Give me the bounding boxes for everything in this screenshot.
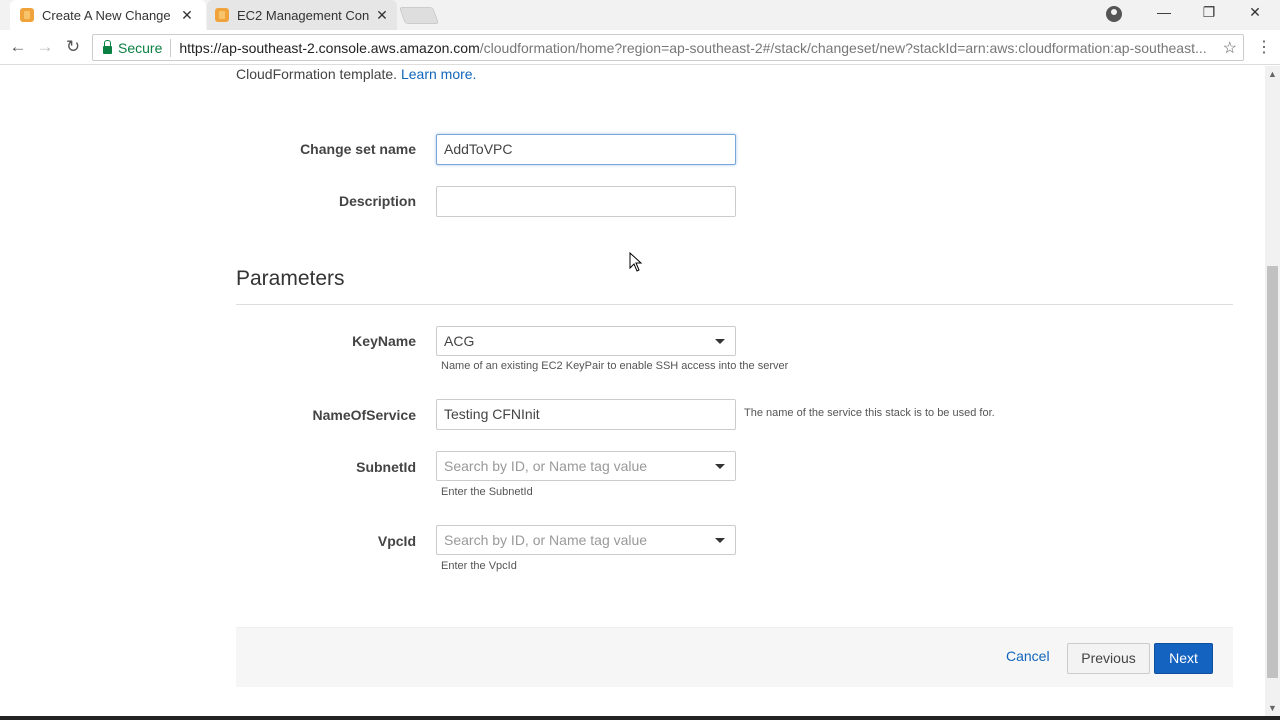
bookmark-star-icon[interactable]: ☆ bbox=[1218, 38, 1237, 58]
name-of-service-input[interactable]: Testing CFNInit bbox=[436, 399, 736, 430]
forward-icon[interactable]: → bbox=[34, 37, 56, 57]
vpc-id-label: VpcId bbox=[377, 533, 416, 549]
divider bbox=[170, 38, 172, 57]
description-input[interactable] bbox=[436, 186, 736, 217]
scroll-thumb[interactable] bbox=[1267, 266, 1278, 678]
lock-icon bbox=[103, 39, 112, 54]
browser-tab-bar: Create A New Change Se ✕ EC2 Management … bbox=[0, 0, 1280, 30]
subnet-id-select[interactable]: Search by ID, or Name tag value bbox=[436, 451, 736, 481]
browser-toolbar: ← → ↻ Secure https://ap-southeast-2.cons… bbox=[0, 30, 1280, 65]
mouse-cursor-icon bbox=[629, 252, 643, 272]
chevron-down-icon bbox=[715, 339, 725, 344]
profile-icon[interactable] bbox=[1106, 6, 1122, 22]
subnet-id-placeholder: Search by ID, or Name tag value bbox=[444, 458, 648, 474]
url-path: /cloudformation/home?region=ap-southeast… bbox=[479, 39, 1207, 56]
keyname-help: Name of an existing EC2 KeyPair to enabl… bbox=[441, 360, 789, 372]
tab-ec2-management[interactable]: EC2 Management Consol ✕ bbox=[207, 0, 397, 30]
close-tab-icon[interactable]: ✕ bbox=[375, 7, 389, 24]
change-set-name-label: Change set name bbox=[300, 141, 416, 157]
address-bar[interactable]: Secure https://ap-southeast-2.console.aw… bbox=[92, 34, 1244, 61]
page-content: CloudFormation template. Learn more. Cha… bbox=[0, 66, 1265, 716]
keyname-label: KeyName bbox=[352, 333, 416, 349]
previous-button[interactable]: Previous bbox=[1067, 643, 1150, 674]
wizard-footer: Cancel Previous Next bbox=[236, 627, 1233, 687]
subnet-id-help: Enter the SubnetId bbox=[441, 486, 533, 498]
minimize-icon[interactable]: — bbox=[1154, 4, 1174, 20]
browser-menu-icon[interactable]: ⋮ bbox=[1256, 37, 1272, 57]
cancel-button[interactable]: Cancel bbox=[1006, 648, 1050, 664]
vpc-id-select[interactable]: Search by ID, or Name tag value bbox=[436, 525, 736, 555]
subnet-id-label: SubnetId bbox=[356, 459, 416, 475]
vpc-id-help: Enter the VpcId bbox=[441, 560, 517, 572]
name-of-service-help: The name of the service this stack is to… bbox=[744, 407, 995, 419]
url-host: https://ap-southeast-2.console.aws.amazo… bbox=[179, 39, 480, 56]
learn-more-link[interactable]: Learn more. bbox=[401, 66, 476, 82]
back-icon[interactable]: ← bbox=[7, 37, 29, 57]
tab-title: Create A New Change Se bbox=[42, 7, 174, 23]
vpc-id-placeholder: Search by ID, or Name tag value bbox=[444, 532, 648, 548]
page-scrollbar[interactable]: ▲ ▼ bbox=[1265, 66, 1280, 716]
change-set-name-input[interactable]: AddToVPC bbox=[436, 134, 736, 165]
description-label: Description bbox=[338, 193, 416, 209]
restore-icon[interactable]: ❐ bbox=[1199, 4, 1219, 21]
keyname-value: ACG bbox=[444, 333, 475, 349]
secure-label: Secure bbox=[118, 39, 163, 56]
new-tab-button[interactable] bbox=[398, 7, 440, 24]
next-button[interactable]: Next bbox=[1154, 643, 1213, 674]
close-window-icon[interactable]: ✕ bbox=[1245, 4, 1265, 21]
tab-title: EC2 Management Consol bbox=[237, 7, 369, 23]
reload-icon[interactable]: ↻ bbox=[62, 37, 84, 57]
close-tab-icon[interactable]: ✕ bbox=[180, 7, 194, 24]
taskbar-edge bbox=[0, 716, 1280, 720]
scroll-down-arrow-icon[interactable]: ▼ bbox=[1268, 703, 1277, 713]
section-divider bbox=[236, 304, 1233, 305]
chevron-down-icon bbox=[715, 538, 725, 543]
parameters-heading: Parameters bbox=[236, 267, 345, 290]
intro-text-body: CloudFormation template. bbox=[236, 66, 398, 82]
tab-create-change-set[interactable]: Create A New Change Se ✕ bbox=[10, 0, 206, 30]
keyname-select[interactable]: ACG bbox=[436, 326, 736, 356]
aws-favicon-icon bbox=[215, 8, 229, 22]
chevron-down-icon bbox=[715, 464, 725, 469]
name-of-service-label: NameOfService bbox=[312, 407, 416, 423]
aws-favicon-icon bbox=[20, 8, 34, 22]
scroll-up-arrow-icon[interactable]: ▲ bbox=[1268, 69, 1277, 79]
intro-text: CloudFormation template. Learn more. bbox=[236, 66, 476, 82]
